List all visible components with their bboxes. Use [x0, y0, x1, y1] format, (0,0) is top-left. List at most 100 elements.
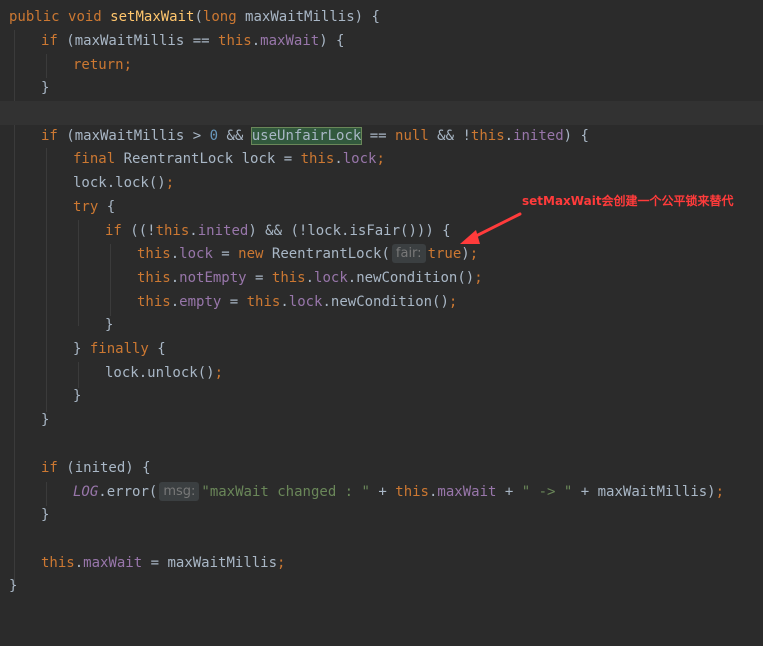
brace: } — [73, 388, 82, 404]
static-field: LOG — [73, 484, 99, 500]
code-text: = — [221, 294, 247, 310]
code-line-21[interactable]: LOG.error(msg: "maxWait changed : " + thi… — [0, 481, 763, 505]
code-line-20[interactable]: if (inited) { — [0, 457, 763, 481]
keyword: finally — [89, 341, 149, 357]
parameter-hint: fair: — [391, 244, 426, 263]
keyword: if — [41, 33, 58, 49]
code-line-6[interactable]: if (maxWaitMillis > 0 && useUnfairLock =… — [0, 125, 763, 149]
code-line-22[interactable]: } — [0, 504, 763, 528]
code-line-12[interactable]: this.notEmpty = this.lock.newCondition()… — [0, 267, 763, 291]
code-line-14[interactable]: } — [0, 314, 763, 338]
code-text: .newCondition() — [322, 294, 449, 310]
punct: ) { — [319, 33, 345, 49]
punct: ) — [461, 246, 470, 262]
semicolon: ; — [123, 57, 133, 73]
field: maxWait — [83, 555, 143, 571]
field: lock — [342, 151, 377, 167]
keyword: void — [68, 9, 102, 25]
brace: } — [41, 80, 50, 96]
code-editor[interactable]: public void setMaxWait(long maxWaitMilli… — [0, 0, 763, 600]
code-line-18[interactable]: } — [0, 409, 763, 433]
keyword: try — [73, 199, 99, 215]
keyword: this — [137, 294, 171, 310]
semicolon: ; — [474, 270, 483, 286]
punct: . — [189, 223, 198, 239]
brace: } — [41, 507, 50, 523]
code-text: ReentrantLock lock = — [115, 151, 301, 167]
keyword: final — [73, 151, 116, 167]
punct: ) { — [563, 128, 589, 144]
field: empty — [179, 294, 222, 310]
field: lock — [179, 246, 213, 262]
field: inited — [197, 223, 249, 239]
code-text: ReentrantLock( — [263, 246, 390, 262]
keyword: this — [470, 128, 505, 144]
brace: } — [105, 317, 114, 333]
brace: { — [148, 341, 166, 357]
punct: . — [170, 270, 180, 286]
parameter-hint: msg: — [159, 482, 200, 501]
keyword: this — [300, 151, 335, 167]
code-text: == — [361, 128, 396, 144]
punct: ) { — [354, 9, 380, 25]
code-text: + — [496, 484, 522, 500]
code-line-11[interactable]: this.lock = new ReentrantLock(fair: true)… — [0, 243, 763, 267]
string-literal: " -> " — [521, 484, 573, 500]
code-line-15[interactable]: } finally { — [0, 338, 763, 362]
code-line-2[interactable]: if (maxWaitMillis == this.maxWait) { — [0, 30, 763, 54]
keyword: return — [73, 57, 124, 73]
brace: { — [98, 199, 116, 215]
punct: . — [74, 555, 84, 571]
code-line-10[interactable]: if ((!this.inited) && (!lock.isFair())) … — [0, 220, 763, 244]
code-line-4[interactable]: } — [0, 77, 763, 101]
field: inited — [513, 128, 564, 144]
code-text: + maxWaitMillis) — [572, 484, 716, 500]
semicolon: ; — [469, 246, 479, 262]
code-text: && — [218, 128, 252, 144]
code-line-24[interactable]: this.maxWait = maxWaitMillis; — [0, 552, 763, 576]
string-literal: "maxWait changed : " — [201, 484, 370, 500]
code-line-13[interactable]: this.empty = this.lock.newCondition(); — [0, 291, 763, 315]
code-line-7[interactable]: final ReentrantLock lock = this.lock; — [0, 148, 763, 172]
keyword: true — [427, 246, 462, 262]
code-line-5-caret[interactable] — [0, 101, 763, 125]
code-text: && ! — [428, 128, 471, 144]
code-text: .error( — [98, 484, 158, 500]
punct: . — [170, 246, 180, 262]
punct: . — [280, 294, 289, 310]
punct: . — [251, 33, 261, 49]
code-line-3[interactable]: return; — [0, 54, 763, 78]
field: notEmpty — [179, 270, 247, 286]
param: maxWaitMillis — [236, 9, 355, 25]
code-text: lock.unlock() — [105, 365, 215, 381]
brace: } — [9, 578, 18, 594]
keyword: if — [41, 460, 58, 476]
use-unfair-lock-highlight[interactable]: useUnfairLock — [250, 127, 363, 145]
code-text: = — [246, 270, 272, 286]
code-line-1[interactable]: public void setMaxWait(long maxWaitMilli… — [0, 6, 763, 30]
code-text: = maxWaitMillis — [142, 555, 278, 571]
keyword: if — [105, 223, 122, 239]
code-text: ) && (!lock.isFair())) { — [248, 223, 451, 239]
punct: ( — [194, 9, 203, 25]
semicolon: ; — [277, 555, 286, 571]
keyword: this — [137, 270, 171, 286]
semicolon: ; — [376, 151, 385, 167]
method-name: setMaxWait — [110, 9, 195, 25]
code-line-16[interactable]: lock.unlock(); — [0, 362, 763, 386]
keyword: new — [238, 246, 264, 262]
code-text: (maxWaitMillis > — [57, 128, 210, 144]
keyword: this — [246, 294, 281, 310]
field: lock — [288, 294, 323, 310]
keyword: null — [395, 128, 429, 144]
code-line-17[interactable]: } — [0, 385, 763, 409]
field: maxWait — [260, 33, 320, 49]
code-text: .newCondition() — [347, 270, 475, 286]
keyword: if — [41, 128, 58, 144]
code-text: (maxWaitMillis == — [57, 33, 219, 49]
semicolon: ; — [165, 175, 175, 191]
punct: . — [305, 270, 315, 286]
field: maxWait — [437, 484, 497, 500]
code-text: + — [369, 484, 396, 500]
code-line-25[interactable]: } — [0, 575, 763, 599]
